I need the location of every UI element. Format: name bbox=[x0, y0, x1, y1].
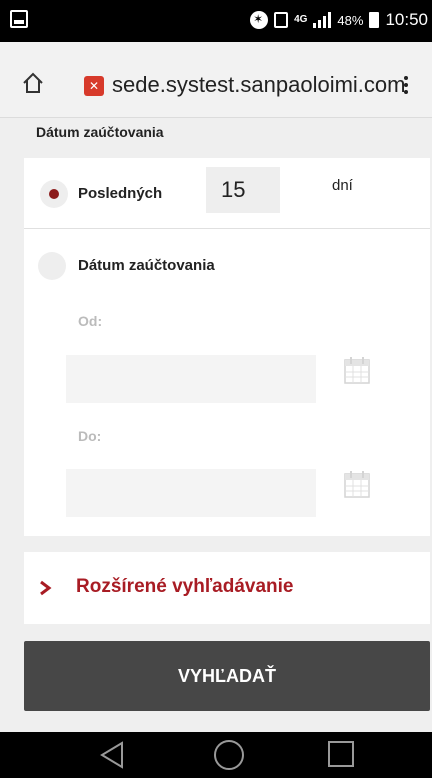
option-date-label: Dátum zaúčtovania bbox=[78, 257, 215, 274]
battery-icon bbox=[369, 12, 380, 28]
section-title: Dátum zaúčtovania bbox=[36, 124, 164, 140]
insecure-lock-icon[interactable]: ✕ bbox=[84, 76, 104, 96]
android-nav-bar bbox=[0, 732, 432, 778]
chevron-right-icon bbox=[40, 580, 52, 596]
days-input[interactable]: 15 bbox=[206, 167, 280, 213]
vibrate-icon bbox=[274, 12, 289, 28]
option-last-label: Posledných bbox=[78, 185, 163, 202]
back-icon[interactable] bbox=[98, 740, 126, 770]
calendar-icon[interactable] bbox=[344, 356, 370, 384]
from-date-input[interactable] bbox=[66, 355, 316, 403]
network-type: 4G bbox=[294, 14, 308, 25]
url-text[interactable]: sede.systest.sanpaoloimi.com bbox=[112, 72, 405, 98]
clock: 10:50 bbox=[385, 10, 428, 29]
bluetooth-icon bbox=[250, 11, 269, 29]
advanced-search-label[interactable]: Rozšírené vyhľadávanie bbox=[76, 576, 293, 598]
status-bar: 4G 48% 10:50 bbox=[0, 0, 432, 42]
divider bbox=[24, 228, 430, 229]
browser-address-bar: ✕ sede.systest.sanpaoloimi.com bbox=[0, 42, 432, 118]
battery-percent: 48% bbox=[337, 12, 364, 28]
radio-posting-date[interactable] bbox=[38, 252, 66, 280]
overflow-menu-icon[interactable] bbox=[404, 76, 408, 94]
gallery-notification-icon bbox=[10, 10, 28, 28]
to-date-input[interactable] bbox=[66, 469, 316, 517]
home-icon[interactable] bbox=[22, 72, 44, 94]
days-unit: dní bbox=[332, 177, 353, 194]
recent-apps-icon[interactable] bbox=[328, 741, 354, 767]
search-button[interactable]: VYHĽADAŤ bbox=[24, 641, 430, 711]
to-label: Do: bbox=[78, 428, 102, 444]
radio-last-days[interactable] bbox=[40, 180, 68, 208]
from-label: Od: bbox=[78, 313, 103, 329]
home-nav-icon[interactable] bbox=[214, 740, 244, 770]
calendar-icon[interactable] bbox=[344, 470, 370, 498]
signal-icon bbox=[313, 12, 332, 28]
